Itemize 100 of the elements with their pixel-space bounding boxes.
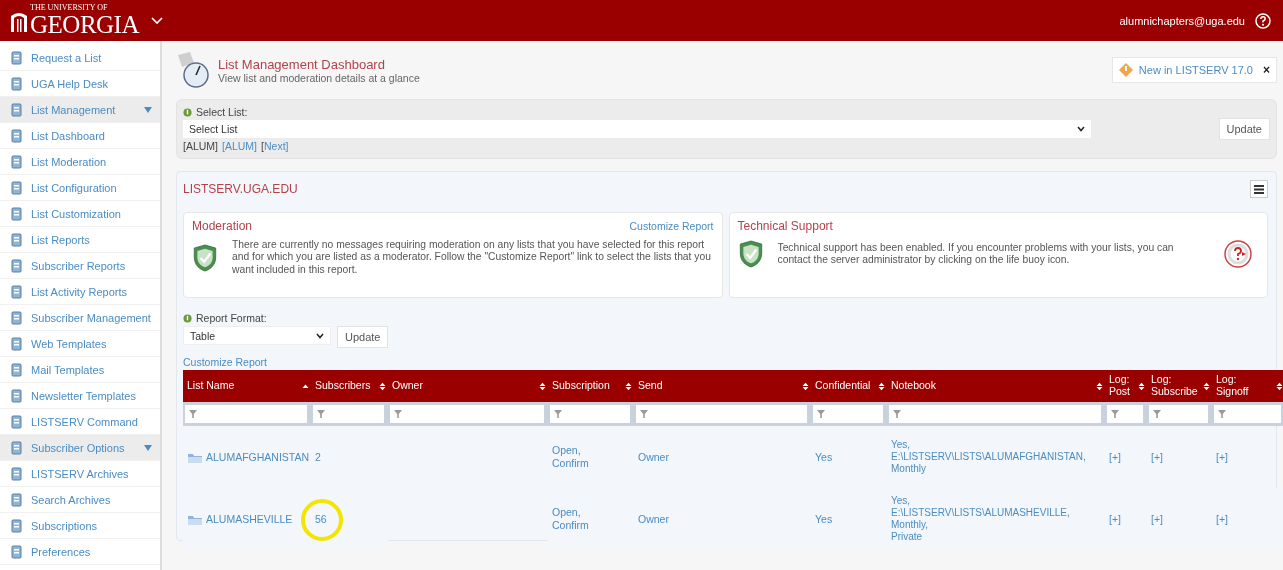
page-icon	[10, 362, 23, 377]
server-title: LISTSERV.UGA.EDU	[183, 182, 298, 196]
sidebar-item[interactable]: LISTSERV Archives	[0, 461, 160, 487]
page-icon	[10, 232, 23, 247]
sidebar-section[interactable]: List Management	[0, 97, 160, 123]
card-title: Moderation	[192, 219, 253, 233]
page-icon	[10, 102, 23, 117]
page-icon	[10, 466, 23, 481]
sidebar-item[interactable]: List Dashboard	[0, 123, 160, 149]
table-cell-text: Open, Confirm	[551, 443, 590, 471]
chevron-down-icon[interactable]	[151, 16, 163, 25]
sidebar-item[interactable]: Preferences	[0, 539, 160, 565]
column-header[interactable]: Log: Post	[1105, 370, 1147, 402]
customize-report-link[interactable]: Customize Report	[629, 220, 714, 232]
column-header[interactable]: List Name	[183, 370, 311, 402]
sort-icon[interactable]	[1138, 381, 1145, 391]
nav-link[interactable]: [ALUM]	[222, 140, 258, 152]
sort-icon[interactable]	[1096, 381, 1103, 391]
sort-icon[interactable]	[802, 381, 809, 391]
page-icon	[10, 518, 23, 533]
nav-link[interactable]: Next]	[263, 140, 289, 152]
filter-field[interactable]	[1149, 405, 1208, 423]
sidebar-item[interactable]: Subscriber Management	[0, 305, 160, 331]
life-buoy-icon[interactable]	[1223, 239, 1253, 269]
column-header[interactable]: Owner	[388, 370, 548, 402]
filter-field[interactable]	[1214, 405, 1281, 423]
nav-text: [ALUM]	[183, 140, 218, 152]
filter-icon	[1218, 409, 1226, 419]
page-icon	[10, 414, 23, 429]
log-link[interactable]: [+]	[1109, 450, 1121, 464]
help-icon[interactable]	[1255, 12, 1271, 29]
filter-field[interactable]	[636, 405, 807, 423]
column-header[interactable]: Log: Signoff	[1212, 370, 1283, 402]
news-button[interactable]: New in LISTSERV 17.0 ×	[1111, 57, 1277, 83]
sidebar-item[interactable]: Request a List	[0, 45, 160, 71]
column-header[interactable]: Log: Subscribe	[1147, 370, 1212, 402]
filter-field[interactable]	[813, 405, 883, 423]
customize-report-link[interactable]: Customize Report	[183, 356, 268, 368]
sort-icon[interactable]	[1203, 381, 1210, 391]
column-header[interactable]: Notebook	[887, 370, 1105, 402]
log-link[interactable]: [+]	[1216, 512, 1228, 526]
sort-icon[interactable]	[625, 381, 632, 391]
table-cell-text: Owner	[637, 449, 670, 465]
sidebar-item[interactable]: List Moderation	[0, 149, 160, 175]
log-link[interactable]: [+]	[1151, 512, 1163, 526]
logo-small-text: THE UNIVERSITY OF	[30, 4, 109, 12]
page-subtitle: View list and moderation details at a glance	[218, 71, 421, 84]
log-link[interactable]: [+]	[1216, 450, 1228, 464]
sidebar-item[interactable]: Web Templates	[0, 331, 160, 357]
sort-icon[interactable]	[379, 381, 386, 391]
dropdown-caret-icon	[1077, 126, 1085, 132]
sidebar-item[interactable]: List Activity Reports	[0, 279, 160, 305]
filter-icon	[317, 409, 325, 419]
shield-check-icon	[192, 242, 218, 273]
sidebar-item[interactable]: Subscriptions	[0, 513, 160, 539]
filter-field[interactable]	[889, 405, 1101, 423]
user-email[interactable]: alumnichapters@uga.edu	[1119, 14, 1245, 27]
sidebar-item[interactable]: Newsletter Templates	[0, 383, 160, 409]
sort-icon[interactable]	[878, 381, 885, 391]
gauge-icon	[176, 51, 210, 89]
log-link[interactable]: [+]	[1151, 450, 1163, 464]
sidebar-section[interactable]: Subscriber Options	[0, 435, 160, 461]
card-text: There are currently no messages requiring moderation on any lists that you have selected for this report and for which you are listed as a moderator. Follow the "Customize Report" link to select the lists that you want included in this report.	[232, 239, 712, 277]
column-header[interactable]: Confidential	[811, 370, 887, 402]
column-header[interactable]: Send	[634, 370, 811, 402]
sidebar-item[interactable]: Mail Templates	[0, 357, 160, 383]
filter-field[interactable]	[550, 405, 630, 423]
info-icon	[183, 107, 192, 117]
close-button[interactable]: ×	[1263, 63, 1270, 77]
sidebar-item[interactable]: List Reports	[0, 227, 160, 253]
filter-field[interactable]	[1107, 405, 1143, 423]
sidebar-item[interactable]: List Customization	[0, 201, 160, 227]
sidebar-item[interactable]: List Configuration	[0, 175, 160, 201]
log-link[interactable]: [+]	[1109, 512, 1121, 526]
format-select[interactable]: Table	[183, 326, 331, 345]
page-icon	[10, 76, 23, 91]
column-header[interactable]: Subscribers	[311, 370, 388, 402]
filter-icon	[1111, 409, 1119, 419]
column-header[interactable]: Subscription	[548, 370, 634, 402]
menu-icon[interactable]	[1250, 180, 1268, 198]
page-icon	[10, 284, 23, 299]
news-link[interactable]: New in LISTSERV 17.0	[1138, 64, 1253, 76]
filter-field[interactable]	[185, 405, 307, 423]
filter-field[interactable]	[313, 405, 384, 423]
filter-icon	[1153, 409, 1161, 419]
subscriber-count-link[interactable]: 2	[315, 450, 321, 463]
list-select[interactable]: Select List	[183, 120, 1091, 138]
sidebar-item[interactable]: Subscriber Reports	[0, 253, 160, 279]
filter-field[interactable]	[390, 405, 544, 423]
page-icon	[10, 128, 23, 143]
sort-icon[interactable]	[539, 381, 546, 391]
nav-text: [	[261, 140, 264, 152]
page-icon	[10, 154, 23, 169]
list-name-link[interactable]: ALUMAFGHANISTAN	[206, 450, 310, 464]
sidebar-item[interactable]: Search Archives	[0, 487, 160, 513]
filter-icon	[893, 409, 901, 419]
update-button[interactable]: Update	[337, 326, 389, 348]
update-button[interactable]: Update	[1218, 118, 1270, 140]
subscriber-count-link[interactable]: 56	[315, 512, 327, 525]
list-name-link[interactable]: ALUMASHEVILLE	[206, 512, 293, 526]
